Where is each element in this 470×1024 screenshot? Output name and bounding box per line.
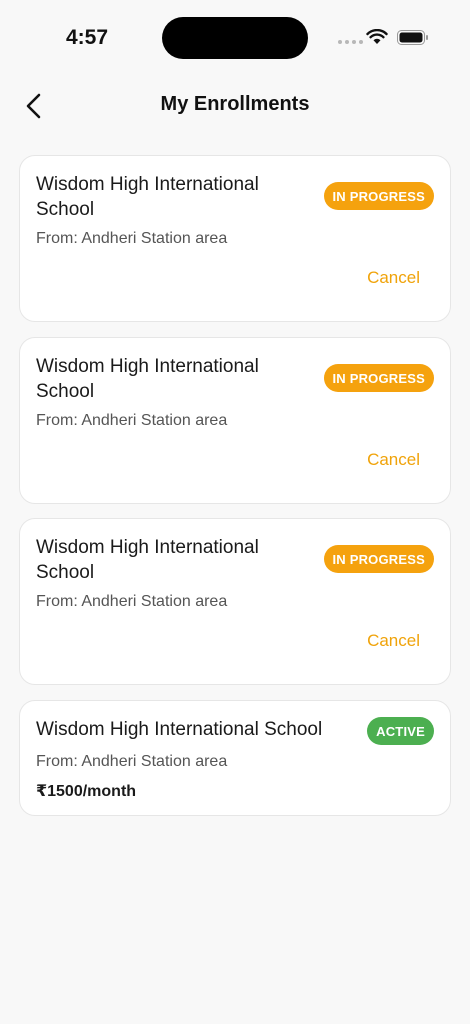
- dynamic-island: [162, 17, 308, 59]
- signal-icon: [338, 40, 363, 44]
- from-location: From: Andheri Station area: [36, 230, 228, 247]
- price-label: ₹1500/month: [36, 783, 137, 800]
- school-name: Wisdom High International School: [36, 356, 259, 402]
- status-badge: IN PROGRESS: [323, 182, 434, 210]
- enrollment-card[interactable]: Wisdom High International School IN PROG…: [19, 518, 451, 685]
- status-bar: 4:57: [0, 0, 470, 76]
- cancel-button[interactable]: Cancel: [367, 631, 420, 651]
- school-name: Wisdom High International School: [36, 174, 259, 220]
- school-name: Wisdom High International School: [36, 537, 259, 583]
- page-title: My Enrollments: [160, 93, 310, 115]
- from-location: From: Andheri Station area: [36, 412, 228, 429]
- from-location: From: Andheri Station area: [36, 753, 228, 770]
- enrollment-card[interactable]: Wisdom High International School IN PROG…: [19, 155, 451, 322]
- battery-icon: [397, 30, 428, 45]
- cancel-button[interactable]: Cancel: [367, 450, 420, 470]
- status-time: 4:57: [66, 26, 109, 49]
- school-name: Wisdom High International School: [36, 719, 323, 740]
- status-badge: IN PROGRESS: [323, 364, 434, 392]
- enrollment-card[interactable]: Wisdom High International School IN PROG…: [19, 337, 451, 504]
- cancel-button[interactable]: Cancel: [367, 268, 420, 288]
- header: My Enrollments: [0, 80, 470, 130]
- from-location: From: Andheri Station area: [36, 593, 228, 610]
- wifi-icon: [366, 29, 388, 44]
- status-badge: ACTIVE: [367, 717, 434, 745]
- status-badge: IN PROGRESS: [323, 545, 434, 573]
- enrollment-card[interactable]: Wisdom High International School ACTIVE …: [19, 700, 451, 816]
